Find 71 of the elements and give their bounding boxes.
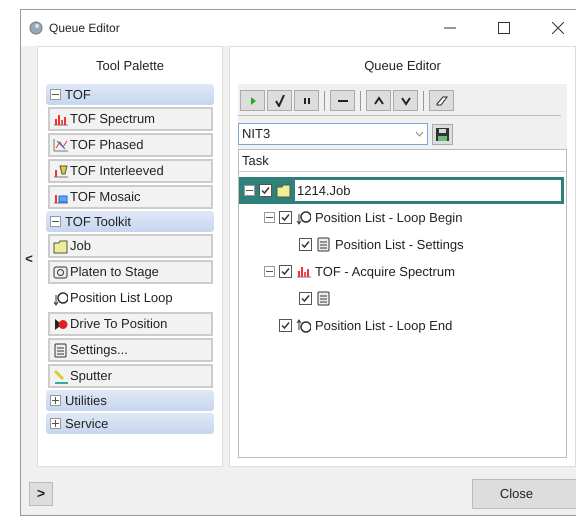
palette-item[interactable]: TOF Mosaic — [48, 185, 213, 209]
collapse-arrow[interactable]: < — [25, 249, 33, 269]
palette-item[interactable]: Settings... — [48, 338, 213, 362]
palette-item[interactable]: Position List Loop — [48, 286, 213, 310]
group-header[interactable]: TOF Toolkit — [46, 211, 214, 232]
palette-item[interactable]: Sputter — [48, 364, 213, 388]
tree-item[interactable]: Position List - Loop Begin — [315, 208, 462, 228]
platen-icon — [53, 264, 68, 280]
list-icon — [53, 342, 68, 358]
checkbox[interactable] — [259, 184, 272, 197]
expander-icon[interactable] — [50, 395, 61, 406]
spectrum-icon — [296, 264, 311, 279]
remove-button[interactable] — [330, 90, 355, 111]
chevron-down-icon — [400, 94, 412, 106]
save-button[interactable] — [432, 124, 453, 144]
palette-item[interactable]: Drive To Position — [48, 312, 213, 336]
tree-row[interactable]: 1214.Job — [239, 177, 564, 204]
floppy-icon — [436, 128, 449, 140]
pause-button[interactable] — [294, 90, 319, 111]
loop-icon — [296, 318, 311, 333]
sputter-icon — [53, 368, 68, 384]
expander-icon[interactable] — [50, 216, 61, 227]
tree-item[interactable]: 1214.Job — [295, 180, 561, 201]
column-header: Task — [239, 150, 566, 172]
tree-item[interactable]: TOF - Acquire Spectrum — [315, 262, 455, 282]
panel-title: Tool Palette — [95, 56, 165, 75]
checkbox[interactable] — [279, 319, 292, 332]
chart-icon — [53, 164, 68, 178]
folder-icon — [53, 238, 68, 254]
group-header[interactable]: TOF — [46, 84, 214, 105]
loop-icon — [53, 290, 68, 306]
expander-icon[interactable] — [244, 185, 255, 196]
checkbox[interactable] — [299, 238, 312, 251]
close-icon[interactable] — [552, 22, 564, 34]
list-icon — [316, 291, 331, 306]
palette-item[interactable]: TOF Phased — [48, 133, 213, 157]
checkbox[interactable] — [299, 292, 312, 305]
chevron-up-icon — [372, 94, 384, 106]
expander-icon[interactable] — [50, 418, 61, 429]
tree-item[interactable]: Position List - Loop End — [315, 316, 452, 336]
eraser-icon — [436, 94, 448, 106]
panel-title: Queue Editor — [363, 56, 442, 75]
expander-icon[interactable] — [50, 89, 61, 100]
chart-icon — [53, 138, 68, 152]
group-header[interactable]: Service — [46, 413, 214, 434]
checkbox[interactable] — [279, 211, 292, 224]
checkmark-icon — [274, 94, 286, 106]
list-icon — [316, 237, 331, 252]
palette-item[interactable]: TOF Spectrum — [48, 107, 213, 131]
expand-button[interactable]: > — [29, 482, 53, 506]
close-button[interactable]: Close — [472, 478, 576, 508]
palette-item[interactable]: Platen to Stage — [48, 260, 213, 284]
loop-icon — [296, 210, 311, 225]
expander-icon[interactable] — [264, 212, 275, 223]
eraser-button[interactable] — [429, 90, 454, 111]
tree-item[interactable]: Position List - Settings — [335, 234, 464, 254]
maximize-icon[interactable] — [498, 22, 510, 34]
queue-dropdown[interactable]: NIT3 — [238, 123, 428, 145]
app-icon — [29, 21, 43, 35]
move-up-button[interactable] — [366, 90, 391, 111]
folder-icon — [276, 183, 291, 198]
palette-item[interactable]: Job — [48, 234, 213, 258]
window-title: Queue Editor — [49, 20, 120, 37]
checkbox[interactable] — [279, 265, 292, 278]
drive-icon — [53, 316, 68, 332]
group-header[interactable]: Utilities — [46, 390, 214, 411]
chevron-icon — [415, 131, 424, 137]
move-down-button[interactable] — [393, 90, 418, 111]
palette-item[interactable]: TOF Interleeved — [48, 159, 213, 183]
check-button[interactable] — [267, 90, 292, 111]
expander-icon[interactable] — [264, 266, 275, 277]
